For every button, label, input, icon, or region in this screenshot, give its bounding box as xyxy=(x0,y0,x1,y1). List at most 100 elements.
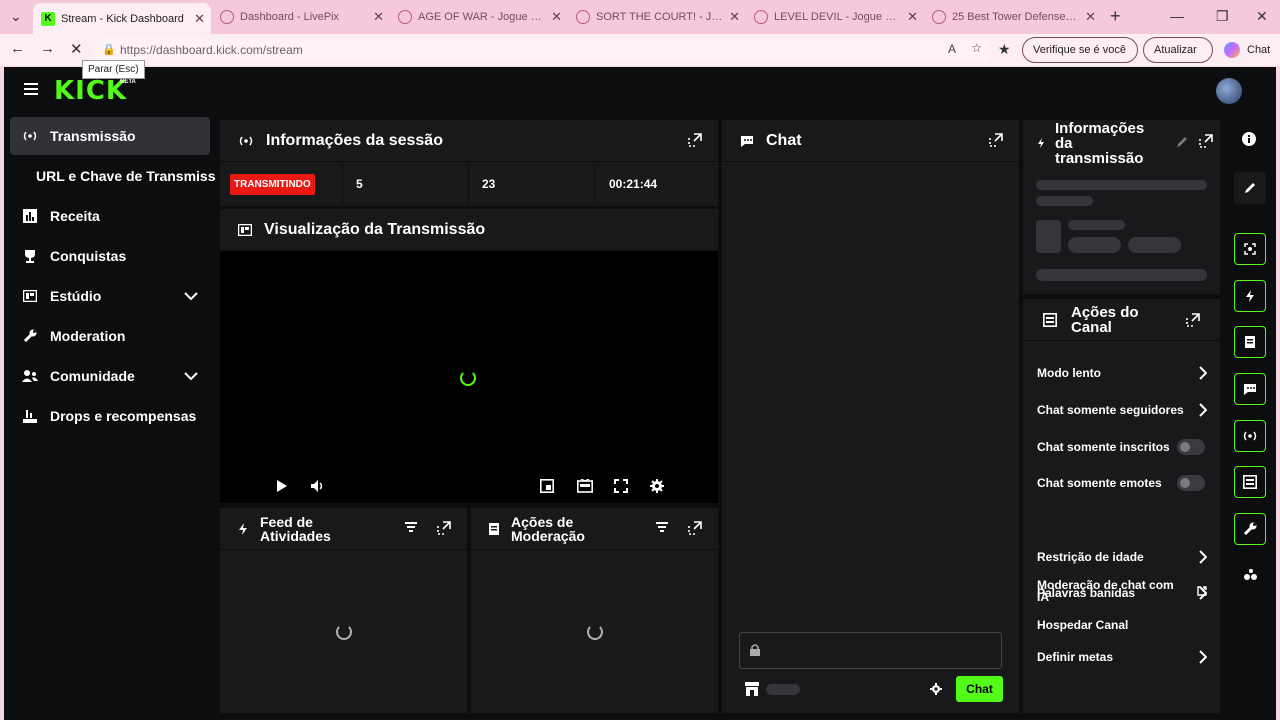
loading-spinner xyxy=(460,370,476,386)
close-tab-icon[interactable]: ✕ xyxy=(194,11,205,27)
chat-bubble-icon xyxy=(740,135,754,147)
verify-button[interactable]: Verifique se é você xyxy=(1022,37,1138,63)
copilot-chat-label[interactable]: Chat xyxy=(1247,44,1270,56)
chat-input[interactable] xyxy=(739,632,1002,669)
close-tab-icon[interactable]: ✕ xyxy=(551,9,562,25)
url-field[interactable]: 🔒 https://dashboard.kick.com/stream A ☆ xyxy=(94,38,992,62)
fullscreen-icon[interactable] xyxy=(614,479,628,493)
volume-icon[interactable] xyxy=(310,479,326,493)
close-window-icon[interactable]: ✕ xyxy=(1256,8,1268,25)
session-status-cell: TRANSMITINDO xyxy=(230,164,342,204)
lightning-icon xyxy=(238,522,248,535)
skeleton-thumb xyxy=(1036,220,1061,253)
game-favicon-icon xyxy=(754,10,768,24)
wrench-icon xyxy=(1243,522,1257,536)
browser-tab-kick[interactable]: K Stream - Kick Dashboard ✕ xyxy=(33,3,211,34)
popout-icon[interactable] xyxy=(989,133,1003,147)
send-chat-button[interactable]: Chat xyxy=(956,676,1003,702)
maximize-icon[interactable]: ❐ xyxy=(1216,8,1229,25)
skeleton-tag xyxy=(1128,237,1181,253)
emotes-only-toggle[interactable] xyxy=(1177,475,1205,491)
loading-spinner xyxy=(336,624,352,640)
sidebar-item-estudio[interactable]: Estúdio xyxy=(10,277,210,315)
forward-icon[interactable]: → xyxy=(40,40,55,57)
filter-icon[interactable] xyxy=(656,522,668,532)
rail-channel-actions-button[interactable] xyxy=(1234,466,1266,498)
play-icon[interactable] xyxy=(276,479,288,493)
action-banned-words[interactable]: Palavras banidas xyxy=(1023,578,1219,608)
more-widgets-icon[interactable] xyxy=(1243,569,1257,581)
kick-logo[interactable]: KICK xyxy=(54,76,127,106)
sidebar-item-url-chave[interactable]: URL e Chave de Transmissão xyxy=(10,157,216,195)
new-tab-icon[interactable]: + xyxy=(1110,6,1121,27)
sidebar-item-transmissao[interactable]: Transmissão xyxy=(10,117,210,155)
avatar[interactable] xyxy=(1216,78,1242,104)
close-tab-icon[interactable]: ✕ xyxy=(907,9,918,25)
live-status-badge: TRANSMITINDO xyxy=(230,173,315,195)
close-tab-icon[interactable]: ✕ xyxy=(373,9,384,25)
rail-broadcast-button[interactable] xyxy=(1234,420,1266,452)
tab-list-chevron-icon[interactable]: ⌄ xyxy=(10,8,22,25)
info-icon[interactable] xyxy=(1242,132,1256,146)
browser-tab-tower-defense[interactable]: 25 Best Tower Defense Game ✕ xyxy=(924,4,1102,30)
rail-moderation-log-button[interactable] xyxy=(1234,326,1266,358)
chat-header: Chat xyxy=(722,120,1019,162)
subscribers-only-toggle[interactable] xyxy=(1177,439,1205,455)
miniplayer-icon[interactable] xyxy=(540,479,554,493)
hamburger-menu-icon[interactable] xyxy=(24,83,38,95)
screenshot-icon xyxy=(1244,243,1256,255)
browser-tab-livepix[interactable]: Dashboard - LivePix ✕ xyxy=(212,4,390,30)
close-tab-icon[interactable]: ✕ xyxy=(1085,9,1096,25)
back-icon[interactable]: ← xyxy=(10,40,25,57)
copilot-icon[interactable] xyxy=(1224,42,1240,58)
moderation-actions-header: Ações de Moderação xyxy=(471,508,718,550)
chat-settings-gear-icon[interactable] xyxy=(930,683,942,695)
action-age-restriction[interactable]: Restrição de idade xyxy=(1023,542,1219,572)
stream-info-header: Informações da transmissão xyxy=(1037,120,1223,166)
minimize-icon[interactable]: — xyxy=(1170,8,1184,24)
popout-icon[interactable] xyxy=(688,521,702,535)
browser-tab-sort-the-court[interactable]: SORT THE COURT! - Jogue Gr ✕ xyxy=(568,4,746,30)
browser-tab-level-devil[interactable]: LEVEL DEVIL - Jogue Grátis O ✕ xyxy=(746,4,924,30)
stop-tooltip: Parar (Esc) xyxy=(82,60,145,79)
favorite-star-icon[interactable]: ☆ xyxy=(971,41,982,55)
favorites-icon[interactable]: ★ xyxy=(998,41,1011,58)
action-slow-mode[interactable]: Modo lento xyxy=(1023,358,1219,388)
rail-moderation-tools-button[interactable] xyxy=(1234,513,1266,545)
action-host-channel[interactable]: Hospedar Canal xyxy=(1023,610,1219,640)
rail-chat-button[interactable] xyxy=(1234,373,1266,405)
chevron-down-icon[interactable] xyxy=(184,372,198,380)
action-set-goals[interactable]: Definir metas xyxy=(1023,642,1219,672)
action-followers-only[interactable]: Chat somente seguidores xyxy=(1023,395,1219,425)
livepix-favicon-icon xyxy=(220,10,234,24)
chevron-down-icon[interactable] xyxy=(184,292,198,300)
sidebar-item-conquistas[interactable]: Conquistas xyxy=(10,237,210,275)
read-aloud-icon[interactable]: A xyxy=(948,42,956,56)
sidebar-item-drops[interactable]: Drops e recompensas xyxy=(10,397,210,435)
chart-icon xyxy=(22,208,38,224)
stop-icon[interactable]: ✕ xyxy=(70,40,83,58)
filter-icon[interactable] xyxy=(405,522,417,532)
rail-activity-button[interactable] xyxy=(1234,280,1266,312)
rail-screenshot-button[interactable] xyxy=(1234,233,1266,265)
popout-icon[interactable] xyxy=(1199,134,1213,148)
stream-info-panel: Informações da transmissão xyxy=(1023,120,1220,294)
popout-icon[interactable] xyxy=(437,521,451,535)
beta-badge: BETA xyxy=(120,79,136,85)
theater-mode-icon[interactable] xyxy=(577,479,593,493)
edit-stream-button[interactable] xyxy=(1234,172,1266,204)
popout-icon[interactable] xyxy=(688,133,702,147)
store-icon[interactable] xyxy=(744,682,760,696)
sidebar-item-receita[interactable]: Receita xyxy=(10,197,210,235)
trophy-icon xyxy=(22,248,38,264)
settings-gear-icon[interactable] xyxy=(650,479,664,493)
edit-pencil-icon[interactable] xyxy=(1176,136,1188,148)
popout-icon[interactable] xyxy=(1186,313,1200,327)
sidebar-item-comunidade[interactable]: Comunidade xyxy=(10,357,210,395)
update-button[interactable]: Atualizar xyxy=(1143,37,1213,63)
close-tab-icon[interactable]: ✕ xyxy=(729,9,740,25)
browser-tab-age-of-war[interactable]: AGE OF WAR - Jogue Grátis O ✕ xyxy=(390,4,568,30)
chat-bubble-icon xyxy=(1243,383,1257,395)
app-topbar: KICK BETA xyxy=(4,67,1276,113)
sidebar-item-moderation[interactable]: Moderation xyxy=(10,317,210,355)
